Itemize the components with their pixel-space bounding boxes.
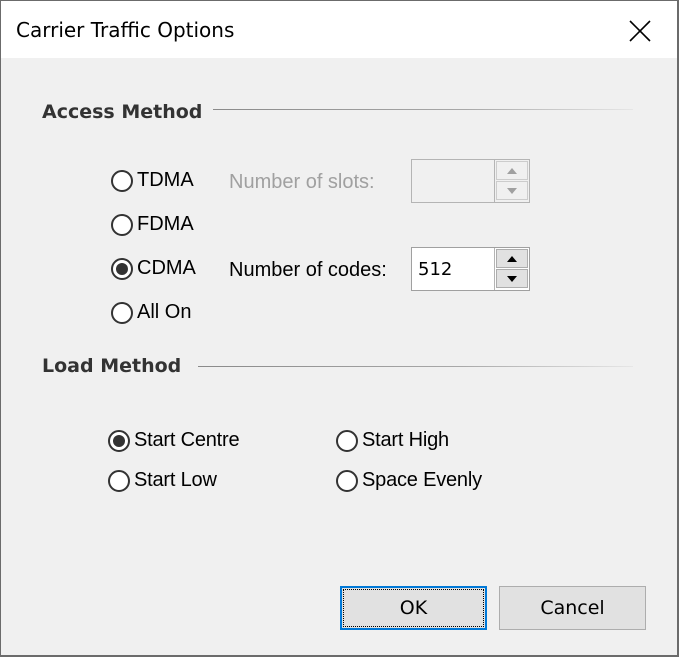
number-of-codes-spinner[interactable] [411, 247, 530, 291]
arrow-up-icon [507, 255, 517, 262]
radio-start-centre[interactable]: Start Centre [108, 429, 240, 452]
access-method-header: Access Method [42, 101, 203, 123]
cancel-button-label: Cancel [540, 597, 605, 619]
carrier-traffic-options-dialog: Carrier Traffic Options Access Method TD… [0, 0, 679, 657]
radio-label: TDMA [137, 169, 194, 191]
ok-button-label: OK [399, 597, 428, 619]
arrow-up-icon [507, 167, 517, 174]
load-method-divider [198, 366, 633, 367]
radio-start-low[interactable]: Start Low [108, 469, 217, 492]
radio-label: Start Centre [134, 429, 240, 451]
slots-increment-button [496, 161, 528, 180]
radio-label: FDMA [137, 213, 194, 235]
radio-circle[interactable] [111, 301, 133, 324]
number-of-slots-spinner [411, 159, 530, 203]
arrow-down-icon [507, 275, 517, 282]
radio-start-high[interactable]: Start High [336, 429, 449, 452]
cancel-button[interactable]: Cancel [499, 586, 646, 630]
spinner-buttons [494, 248, 529, 290]
number-of-codes-input[interactable] [418, 250, 493, 288]
close-icon [629, 20, 651, 42]
radio-circle[interactable] [336, 429, 358, 452]
access-method-divider [213, 109, 633, 110]
title-bar: Carrier Traffic Options [1, 1, 677, 58]
radio-fdma[interactable]: FDMA [111, 213, 194, 236]
number-of-slots-input [418, 162, 493, 200]
slots-decrement-button [496, 181, 528, 200]
radio-label: Start High [362, 429, 449, 451]
radio-circle[interactable] [336, 469, 358, 492]
arrow-down-icon [507, 187, 517, 194]
load-method-header: Load Method [42, 355, 182, 377]
radio-label: CDMA [137, 257, 196, 279]
ok-button[interactable]: OK [340, 586, 487, 630]
radio-label: Space Evenly [362, 469, 482, 491]
close-button[interactable] [617, 11, 663, 51]
radio-all-on[interactable]: All On [111, 301, 191, 324]
radio-label: Start Low [134, 469, 217, 491]
radio-tdma[interactable]: TDMA [111, 169, 194, 192]
radio-circle-checked[interactable] [108, 429, 130, 452]
number-of-slots-label: Number of slots: [229, 171, 375, 193]
radio-circle[interactable] [108, 469, 130, 492]
number-of-codes-label: Number of codes: [229, 259, 387, 281]
radio-space-evenly[interactable]: Space Evenly [336, 469, 482, 492]
codes-decrement-button[interactable] [496, 269, 528, 288]
radio-circle-checked[interactable] [111, 257, 133, 280]
codes-increment-button[interactable] [496, 249, 528, 268]
radio-label: All On [137, 301, 192, 323]
radio-circle[interactable] [111, 213, 133, 236]
spinner-buttons [494, 160, 529, 202]
radio-circle[interactable] [111, 169, 133, 192]
radio-cdma[interactable]: CDMA [111, 257, 196, 280]
dialog-title: Carrier Traffic Options [16, 18, 235, 42]
